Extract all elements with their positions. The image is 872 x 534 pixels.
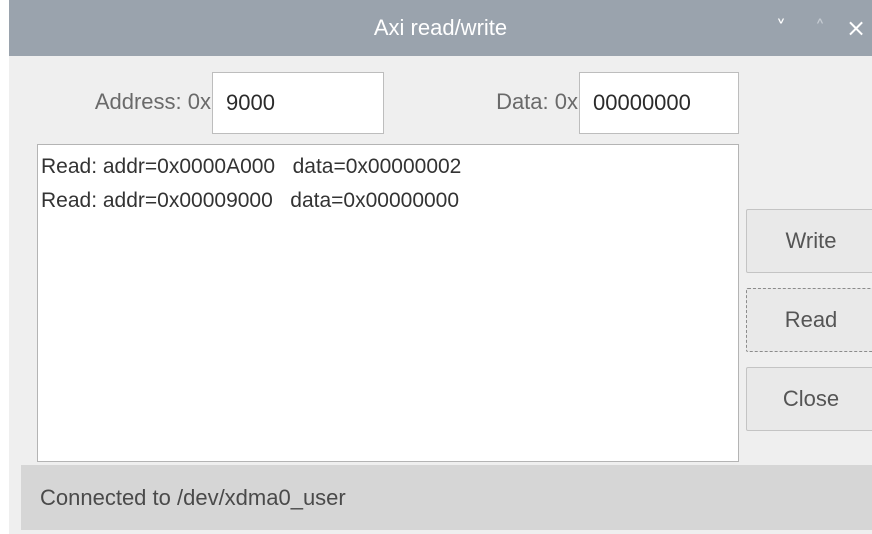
minimize-icon[interactable]: ˅ — [769, 16, 793, 40]
maximize-icon[interactable]: ˄ — [808, 16, 832, 40]
log-output[interactable]: Read: addr=0x0000A000 data=0x00000002 Re… — [37, 144, 739, 462]
title-bar[interactable]: Axi read/write ˅ ˄ × — [9, 0, 872, 56]
close-icon[interactable]: × — [844, 16, 868, 40]
data-label: Data: 0x — [496, 89, 578, 114]
window-title: Axi read/write — [373, 15, 508, 40]
write-button[interactable]: Write — [746, 209, 872, 273]
read-button[interactable]: Read — [746, 288, 872, 352]
status-text: Connected to /dev/xdma0_user — [40, 485, 346, 510]
address-input[interactable] — [212, 72, 384, 134]
log-line: Read: addr=0x00009000 data=0x00000000 — [41, 189, 460, 212]
address-label: Address: 0x — [94, 89, 211, 114]
log-line: Read: addr=0x0000A000 data=0x00000002 — [41, 155, 462, 178]
data-input[interactable] — [579, 72, 739, 134]
status-bar: Connected to /dev/xdma0_user — [21, 465, 872, 530]
app-window: Axi read/write ˅ ˄ × Address: 0x Data: 0… — [9, 0, 872, 534]
close-button[interactable]: Close — [746, 367, 872, 431]
